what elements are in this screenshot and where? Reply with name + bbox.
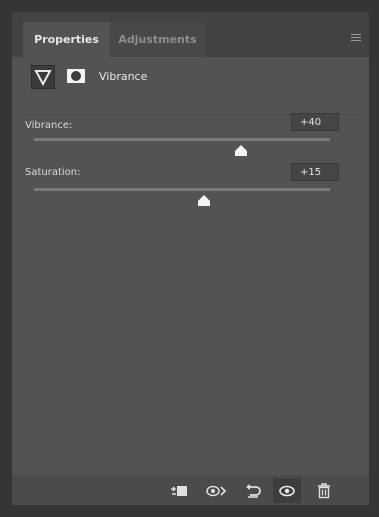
saturation-slider-handle[interactable] bbox=[197, 192, 211, 206]
saturation-slider-track[interactable] bbox=[34, 188, 330, 191]
tab-adjustments[interactable]: Adjustments bbox=[110, 22, 205, 57]
reset-icon[interactable] bbox=[239, 478, 267, 503]
tab-properties[interactable]: Properties bbox=[23, 22, 110, 57]
vibrance-label: Vibrance: bbox=[25, 120, 73, 131]
panel-menu-icon[interactable] bbox=[351, 34, 361, 42]
saturation-value-field[interactable]: +15 bbox=[291, 163, 339, 181]
adjustment-header: Vibrance bbox=[12, 57, 369, 114]
adjustment-title: Vibrance bbox=[99, 70, 148, 83]
tab-bar: Properties Adjustments bbox=[12, 12, 369, 57]
vibrance-value-field[interactable]: +40 bbox=[291, 113, 339, 131]
delete-icon[interactable] bbox=[310, 478, 338, 503]
clip-to-layer-icon[interactable] bbox=[166, 478, 194, 503]
toggle-visibility-icon[interactable] bbox=[273, 478, 301, 503]
vibrance-slider-track[interactable] bbox=[34, 138, 330, 141]
saturation-label: Saturation: bbox=[25, 167, 81, 178]
vibrance-triangle-icon[interactable] bbox=[31, 65, 55, 89]
vibrance-slider-handle[interactable] bbox=[234, 142, 248, 156]
properties-panel: Properties Adjustments Vibrance Vibrance… bbox=[12, 12, 369, 505]
bottom-toolbar bbox=[12, 476, 369, 505]
layer-mask-icon[interactable] bbox=[67, 69, 85, 83]
view-previous-state-icon[interactable] bbox=[203, 478, 231, 503]
